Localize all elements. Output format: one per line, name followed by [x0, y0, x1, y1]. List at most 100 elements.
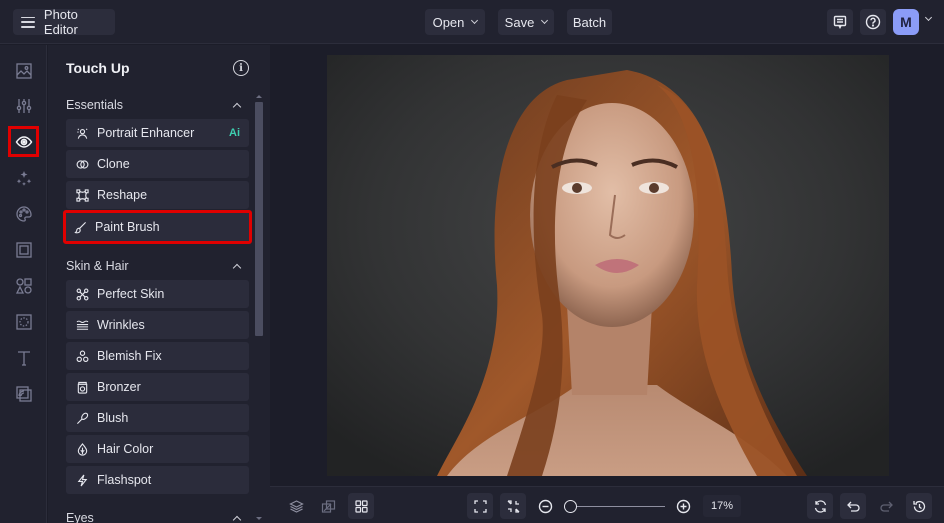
- text-icon: [18, 351, 30, 366]
- rail-item-artsy[interactable]: [12, 202, 36, 226]
- texture-icon: [16, 314, 32, 330]
- bronzer-icon: [77, 381, 88, 394]
- ai-badge: Ai: [229, 127, 240, 139]
- info-icon[interactable]: i: [233, 60, 249, 76]
- tool-label: Reshape: [97, 188, 148, 202]
- batch-button[interactable]: Batch: [567, 9, 612, 35]
- layers-button[interactable]: [283, 493, 309, 519]
- tool-paint-brush[interactable]: Paint Brush: [63, 210, 252, 244]
- redo-button[interactable]: [873, 493, 899, 519]
- rail-item-adjustments[interactable]: [12, 94, 36, 118]
- grid-view-button[interactable]: [348, 493, 374, 519]
- batch-label: Batch: [572, 14, 607, 30]
- clone-icon: [76, 159, 89, 169]
- feedback-icon: [833, 15, 847, 29]
- palette-icon: [16, 206, 32, 222]
- compare-button[interactable]: [315, 493, 341, 519]
- scroll-up-arrow-icon[interactable]: [256, 95, 262, 98]
- portrait-image: [327, 55, 889, 476]
- history-button[interactable]: [906, 493, 932, 519]
- rail-item-graphics[interactable]: [12, 274, 36, 298]
- open-label: Open: [432, 14, 465, 30]
- tool-label: Flashspot: [97, 473, 152, 487]
- tool-hair-color[interactable]: Hair Color: [66, 435, 249, 463]
- rail-item-touch-up[interactable]: [8, 126, 39, 157]
- help-button[interactable]: [860, 9, 886, 35]
- rail-item-text[interactable]: [12, 346, 36, 370]
- save-button[interactable]: Save: [498, 9, 554, 35]
- flashspot-icon: [77, 474, 88, 486]
- fit-to-screen-button[interactable]: [467, 493, 493, 519]
- blush-icon: [76, 412, 89, 424]
- portrait-enhancer-icon: [77, 127, 88, 139]
- tool-label: Hair Color: [97, 442, 154, 456]
- app-title: Photo Editor: [43, 7, 78, 37]
- tool-label: Portrait Enhancer: [97, 126, 195, 140]
- rail-item-textures[interactable]: [12, 310, 36, 334]
- eye-icon: [15, 135, 32, 148]
- tool-blush[interactable]: Blush: [66, 404, 249, 432]
- main-menu-button[interactable]: Photo Editor: [13, 7, 115, 37]
- section-essentials[interactable]: Essentials: [66, 98, 123, 112]
- tool-label: Perfect Skin: [97, 287, 165, 301]
- chevron-up-icon[interactable]: [232, 515, 242, 523]
- history-icon: [912, 500, 925, 512]
- scroll-down-arrow-icon[interactable]: [256, 517, 262, 520]
- actual-size-button[interactable]: [500, 493, 526, 519]
- rail-item-edit[interactable]: [12, 59, 36, 83]
- touch-up-panel: Touch Up i Essentials Portrait Enhancer …: [48, 45, 270, 523]
- rail-item-effects[interactable]: [12, 166, 36, 190]
- tool-perfect-skin[interactable]: Perfect Skin: [66, 280, 249, 308]
- layers-icon: [288, 499, 304, 513]
- chevron-down-icon: [471, 16, 479, 25]
- tool-bronzer[interactable]: Bronzer: [66, 373, 249, 401]
- account-menu-chevron-icon[interactable]: [924, 13, 933, 22]
- image-icon: [16, 63, 32, 79]
- section-skin-hair[interactable]: Skin & Hair: [66, 259, 129, 273]
- undo-button[interactable]: [840, 493, 866, 519]
- zoom-percent[interactable]: 17%: [703, 495, 741, 517]
- tool-label: Clone: [97, 157, 130, 171]
- frame-icon: [16, 242, 32, 258]
- chevron-up-icon[interactable]: [232, 102, 242, 112]
- overlay-icon: [16, 386, 32, 402]
- zoom-slider-thumb[interactable]: [564, 500, 577, 513]
- photo-canvas[interactable]: [327, 55, 889, 476]
- tool-label: Paint Brush: [95, 220, 160, 234]
- wrinkles-icon: [76, 320, 89, 330]
- zoom-in-button[interactable]: [670, 493, 696, 519]
- bottom-toolbar: 17%: [270, 486, 944, 523]
- zoom-in-icon: [676, 499, 690, 513]
- shapes-icon: [15, 278, 32, 294]
- fullscreen-icon: [473, 499, 487, 513]
- compare-icon: [321, 499, 335, 513]
- chevron-down-icon: [541, 16, 549, 25]
- tool-label: Blemish Fix: [97, 349, 162, 363]
- refresh-icon: [814, 499, 826, 513]
- hair-color-icon: [77, 442, 88, 456]
- panel-scrollbar-thumb[interactable]: [255, 102, 263, 336]
- help-icon: [865, 14, 881, 30]
- section-eyes[interactable]: Eyes: [66, 511, 94, 523]
- tool-flashspot[interactable]: Flashspot: [66, 466, 249, 494]
- blemish-fix-icon: [76, 350, 89, 362]
- undo-icon: [846, 501, 860, 512]
- tool-portrait-enhancer[interactable]: Portrait Enhancer Ai: [66, 119, 249, 147]
- chevron-up-icon[interactable]: [232, 263, 242, 273]
- rail-item-overlays[interactable]: [12, 382, 36, 406]
- zoom-out-button[interactable]: [532, 493, 558, 519]
- rail-item-frames[interactable]: [12, 238, 36, 262]
- reset-button[interactable]: [807, 493, 833, 519]
- tool-reshape[interactable]: Reshape: [66, 181, 249, 209]
- tool-clone[interactable]: Clone: [66, 150, 249, 178]
- tool-blemish-fix[interactable]: Blemish Fix: [66, 342, 249, 370]
- zoom-slider-track[interactable]: [570, 506, 665, 507]
- tool-label: Wrinkles: [97, 318, 145, 332]
- grid-icon: [354, 499, 368, 513]
- tool-wrinkles[interactable]: Wrinkles: [66, 311, 249, 339]
- user-avatar[interactable]: M: [893, 9, 919, 35]
- sparkles-icon: [16, 171, 32, 186]
- redo-icon: [879, 501, 893, 512]
- open-button[interactable]: Open: [425, 9, 485, 35]
- feedback-button[interactable]: [827, 9, 853, 35]
